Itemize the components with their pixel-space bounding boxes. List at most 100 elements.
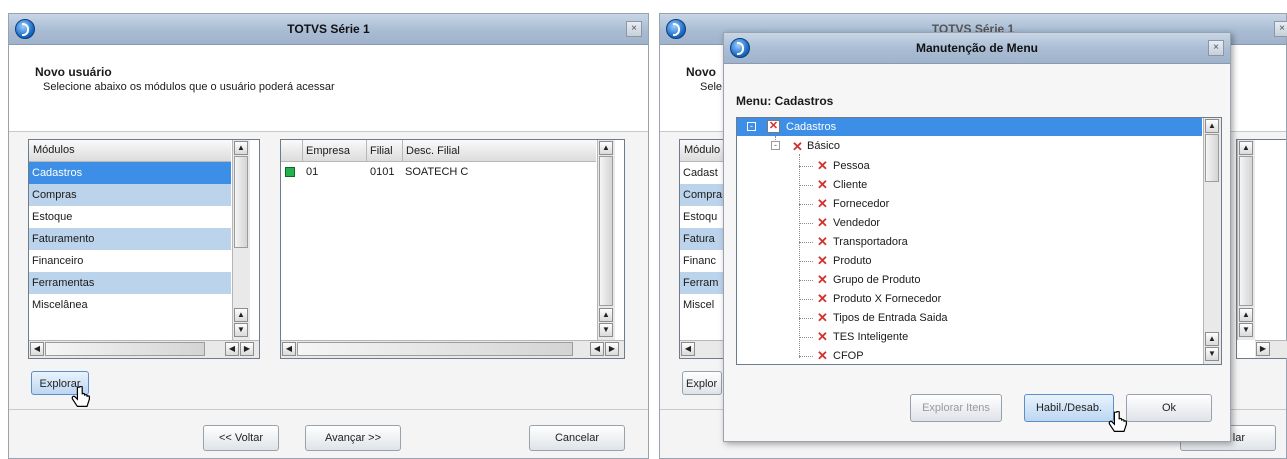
scroll-thumb[interactable] <box>1205 134 1219 182</box>
tree-item-label[interactable]: Produto <box>833 255 872 268</box>
back-button[interactable]: << Voltar <box>203 425 279 451</box>
scroll-up-icon[interactable]: ▲ <box>1239 141 1253 155</box>
grid-row[interactable]: 01 0101 SOATECH C <box>281 162 596 182</box>
background-header-subtitle: Sele <box>700 81 723 93</box>
scroll-left-icon[interactable]: ◀ <box>681 342 695 356</box>
checkbox-disabled-icon[interactable]: ✕ <box>767 120 780 133</box>
scroll-left-icon[interactable]: ◀ <box>282 342 296 356</box>
module-item-estoque[interactable]: Estoque <box>29 206 231 228</box>
scroll-down-icon[interactable]: ▼ <box>1239 323 1253 337</box>
tree-connector <box>799 299 813 300</box>
tree-connector <box>799 280 813 281</box>
disabled-x-icon[interactable]: ✕ <box>817 178 828 191</box>
scroll-up-icon[interactable]: ▲ <box>1205 332 1219 346</box>
module-item-cadastros[interactable]: Cadastros <box>29 162 231 184</box>
disabled-x-icon[interactable]: ✕ <box>792 140 803 153</box>
modules-header-label: Módulos <box>33 144 75 156</box>
scroll-right-icon[interactable]: ▶ <box>1256 342 1270 356</box>
menu-tree-vertical-scrollbar[interactable]: ▲ ▲ ▼ <box>1203 118 1221 364</box>
scroll-thumb[interactable] <box>234 156 248 248</box>
scroll-down-icon[interactable]: ▼ <box>234 323 248 337</box>
disabled-x-icon[interactable]: ✕ <box>817 254 828 267</box>
close-icon[interactable]: × <box>626 21 642 37</box>
wizard-title: TOTVS Série 1 <box>287 22 370 36</box>
disabled-x-icon[interactable]: ✕ <box>817 216 828 229</box>
menu-dialog-title-bar[interactable]: Manutenção de Menu × <box>724 33 1230 64</box>
collapse-icon[interactable]: - <box>747 122 756 131</box>
scroll-up-icon[interactable]: ▲ <box>599 308 613 322</box>
disabled-x-icon[interactable]: ✕ <box>817 330 828 343</box>
ok-button[interactable]: Ok <box>1126 394 1212 422</box>
disabled-x-icon[interactable]: ✕ <box>817 311 828 324</box>
modules-vertical-scrollbar[interactable]: ▲ ▲ ▼ <box>232 140 250 340</box>
close-icon[interactable]: × <box>1208 40 1224 56</box>
scroll-up-icon[interactable]: ▲ <box>1205 119 1219 133</box>
grid-column-empresa[interactable]: Empresa <box>303 140 367 162</box>
grid-column-desc-filial[interactable]: Desc. Filial <box>403 140 596 162</box>
scroll-up-icon[interactable]: ▲ <box>234 141 248 155</box>
disabled-x-icon[interactable]: ✕ <box>817 159 828 172</box>
background-vertical-scrollbar[interactable]: ▲ ▲ ▼ <box>1237 140 1255 340</box>
tree-item-label[interactable]: Vendedor <box>833 217 880 230</box>
module-item-compras[interactable]: Compras <box>29 184 231 206</box>
background-explore-button[interactable]: Explor <box>682 371 722 395</box>
branches-grid[interactable]: Empresa Filial Desc. Filial 01 0101 SOAT… <box>280 139 625 359</box>
scroll-right-icon[interactable]: ◀ <box>590 342 604 356</box>
tree-item-label[interactable]: TES Inteligente <box>833 331 908 344</box>
module-item-financeiro[interactable]: Financeiro <box>29 250 231 272</box>
scroll-left-icon[interactable]: ◀ <box>30 342 44 356</box>
close-icon[interactable]: × <box>1274 21 1287 37</box>
grid-vertical-scrollbar[interactable]: ▲ ▲ ▼ <box>597 140 615 340</box>
tree-item-label[interactable]: Fornecedor <box>833 198 889 211</box>
grid-column-filial[interactable]: Filial <box>367 140 403 162</box>
cancel-button[interactable]: Cancelar <box>529 425 625 451</box>
modules-column-header[interactable]: Módulos <box>29 140 231 162</box>
tree-connector <box>799 318 813 319</box>
hand-cursor-icon <box>1108 411 1127 432</box>
background-grid[interactable]: ▲ ▲ ▼ ▶ <box>1236 139 1287 359</box>
disabled-x-icon[interactable]: ✕ <box>817 197 828 210</box>
wizard-title-bar[interactable]: TOTVS Série 1 × <box>9 14 648 45</box>
status-green-icon[interactable] <box>285 167 295 177</box>
menu-tree[interactable]: - ✕ Cadastros - ✕ Básico ✕ Pessoa ✕ Clie… <box>736 117 1222 365</box>
grid-horizontal-scrollbar[interactable]: ◀ ◀ ▶ <box>281 340 624 358</box>
scroll-down-icon[interactable]: ▼ <box>599 323 613 337</box>
tree-connector <box>799 337 813 338</box>
modules-list[interactable]: Módulos Cadastros Compras Estoque Fatura… <box>28 139 260 359</box>
disabled-x-icon[interactable]: ✕ <box>817 349 828 362</box>
tree-item-label[interactable]: CFOP <box>833 350 864 363</box>
tree-item-label[interactable]: Tipos de Entrada Saida <box>833 312 948 325</box>
scroll-up-icon[interactable]: ▲ <box>234 308 248 322</box>
tree-item-label[interactable]: Grupo de Produto <box>833 274 920 287</box>
scroll-right-icon[interactable]: ▶ <box>605 342 619 356</box>
tree-item-label[interactable]: Cliente <box>833 179 867 192</box>
tree-group-label[interactable]: Básico <box>807 140 840 153</box>
scroll-up-icon[interactable]: ▲ <box>599 141 613 155</box>
tree-item-label[interactable]: Produto X Fornecedor <box>833 293 941 306</box>
scroll-right-icon[interactable]: ◀ <box>225 342 239 356</box>
background-grid-horizontal-scrollbar[interactable]: ▶ <box>1255 340 1287 358</box>
h-scroll-thumb[interactable] <box>297 342 573 356</box>
h-scroll-thumb[interactable] <box>45 342 205 356</box>
module-item-faturamento[interactable]: Faturamento <box>29 228 231 250</box>
module-item-miscelanea[interactable]: Miscelânea <box>29 294 231 316</box>
scroll-thumb[interactable] <box>1239 156 1253 306</box>
grid-cell-desc: SOATECH C <box>405 166 469 178</box>
disabled-x-icon[interactable]: ✕ <box>817 235 828 248</box>
disabled-x-icon[interactable]: ✕ <box>817 292 828 305</box>
collapse-icon[interactable]: - <box>771 141 780 150</box>
disabled-x-icon[interactable]: ✕ <box>817 273 828 286</box>
scroll-up-icon[interactable]: ▲ <box>1239 308 1253 322</box>
tree-item-label[interactable]: Transportadora <box>833 236 908 249</box>
scroll-right-icon[interactable]: ▶ <box>240 342 254 356</box>
enable-disable-button[interactable]: Habil./Desab. <box>1024 394 1114 422</box>
tree-root-label[interactable]: Cadastros <box>786 121 836 134</box>
scroll-thumb[interactable] <box>599 156 613 306</box>
next-button[interactable]: Avançar >> <box>305 425 401 451</box>
modules-horizontal-scrollbar[interactable]: ◀ ◀ ▶ <box>29 340 259 358</box>
module-item-ferramentas[interactable]: Ferramentas <box>29 272 231 294</box>
grid-column-status <box>281 140 303 162</box>
scroll-down-icon[interactable]: ▼ <box>1205 347 1219 361</box>
tree-item-label[interactable]: Pessoa <box>833 160 870 173</box>
explore-items-button[interactable]: Explorar Itens <box>910 394 1002 422</box>
